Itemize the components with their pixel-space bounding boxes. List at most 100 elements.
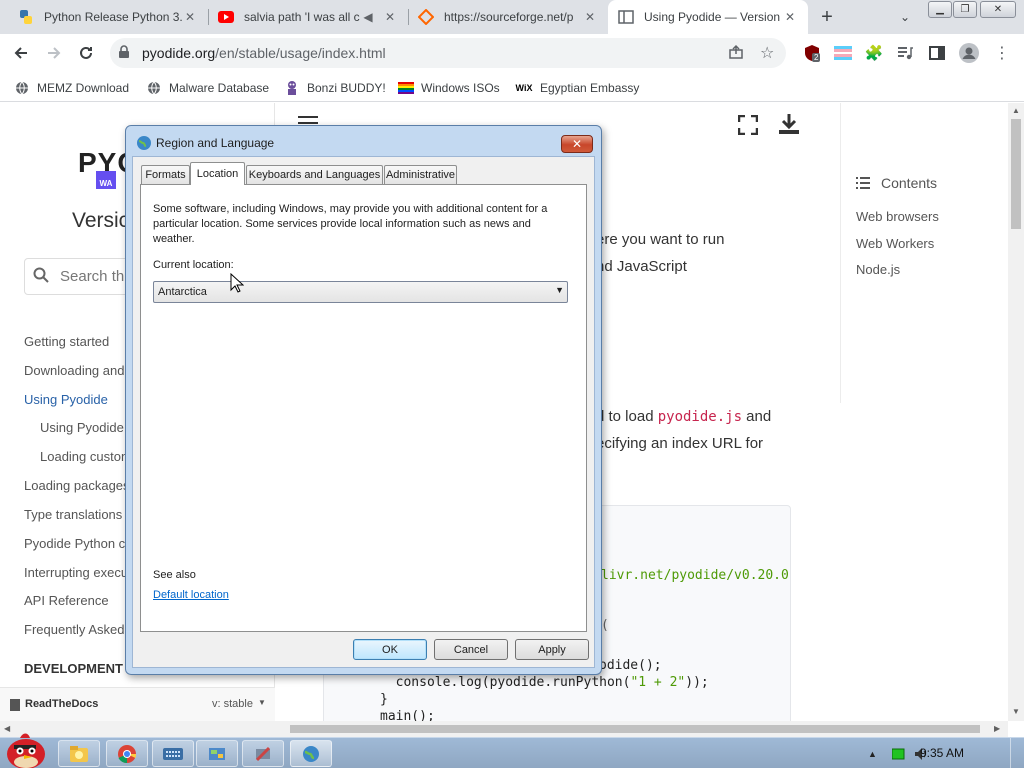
bookmark-star-icon[interactable]: ☆: [760, 43, 774, 63]
tab-pyodide-active[interactable]: Using Pyodide — Version ✕: [608, 0, 808, 34]
dialog-close-button[interactable]: ✕: [561, 135, 593, 153]
nav-interrupting-execution[interactable]: Interrupting execu: [24, 565, 128, 580]
nav-using-pyodide[interactable]: Using Pyodide: [24, 392, 108, 407]
close-icon[interactable]: ✕: [782, 9, 798, 25]
readthedocs-bar[interactable]: ReadTheDocs v: stable ▼: [0, 687, 275, 721]
globe-icon: [146, 80, 162, 96]
bookmark-bonzi-buddy[interactable]: Bonzi BUDDY!: [284, 77, 386, 99]
sourceforge-icon: [418, 9, 434, 25]
nav-pyodide-python-compat[interactable]: Pyodide Python co: [24, 536, 132, 551]
address-bar[interactable]: pyodide.org/en/stable/usage/index.html ☆: [110, 38, 786, 68]
horizontal-scrollbar[interactable]: ◀ ▶: [0, 721, 1008, 737]
flag-extension-button[interactable]: [829, 39, 857, 67]
speaker-icon[interactable]: ◀: [360, 9, 376, 25]
code-string: "1 + 2": [630, 675, 686, 690]
nav-type-translations[interactable]: Type translations: [24, 507, 122, 522]
back-arrow-icon: [14, 47, 27, 59]
show-hidden-icons-arrow-icon[interactable]: ▲: [868, 749, 877, 759]
tab-youtube[interactable]: salvia path 'I was all c ◀ ✕: [208, 0, 408, 34]
tab-formats[interactable]: Formats: [141, 165, 190, 184]
nav-loading-packages[interactable]: Loading packages: [24, 478, 130, 493]
cancel-button[interactable]: Cancel: [434, 639, 508, 660]
version-selector[interactable]: v: stable: [212, 698, 253, 710]
nav-api-reference[interactable]: API Reference: [24, 593, 109, 608]
bookmark-memz[interactable]: MEMZ Download: [14, 77, 129, 99]
nav-using-pyodide-sub[interactable]: Using Pyodide: [40, 420, 124, 435]
profile-avatar-icon[interactable]: [955, 39, 983, 67]
close-icon[interactable]: ✕: [382, 9, 398, 25]
apply-button[interactable]: Apply: [515, 639, 589, 660]
restore-button[interactable]: ❐: [953, 1, 977, 18]
taskbar-explorer-button[interactable]: [58, 740, 100, 767]
window-close-button[interactable]: ✕: [980, 1, 1016, 18]
nav-getting-started[interactable]: Getting started: [24, 334, 109, 349]
share-icon[interactable]: [728, 44, 744, 63]
fullscreen-icon[interactable]: [737, 114, 759, 138]
folder-icon: [70, 745, 88, 762]
close-icon[interactable]: ✕: [582, 9, 598, 25]
url-domain: pyodide.org: [142, 45, 216, 61]
dialog-body: Formats Location Keyboards and Languages…: [132, 156, 595, 668]
system-clock[interactable]: 9:35 AM: [920, 746, 964, 760]
taskbar-tools-button[interactable]: [242, 740, 284, 767]
trans-flag-icon: [834, 46, 852, 60]
toc-item-web-browsers[interactable]: Web browsers: [856, 209, 939, 224]
list-icon: [856, 177, 870, 192]
scrollbar-thumb[interactable]: [1011, 119, 1021, 229]
python-icon: [18, 9, 34, 25]
new-tab-button[interactable]: +: [815, 0, 839, 34]
taskbar-control-panel-button[interactable]: [196, 740, 238, 767]
code-line: console.log(pyodide.runPython("1 + 2"));: [380, 675, 709, 690]
power-battery-icon[interactable]: [891, 748, 906, 763]
media-queue-icon[interactable]: [891, 39, 919, 67]
browser-toolbar: pyodide.org/en/stable/usage/index.html ☆…: [0, 34, 1024, 72]
close-icon[interactable]: ✕: [182, 9, 198, 25]
scroll-down-arrow-icon[interactable]: ▼: [1012, 707, 1020, 716]
bookmark-windows-isos[interactable]: Windows ISOs: [398, 77, 500, 99]
code-line: odide();: [599, 658, 662, 673]
show-desktop-button[interactable]: [1010, 738, 1024, 768]
scroll-right-arrow-icon[interactable]: ▶: [994, 724, 1000, 733]
toc-item-nodejs[interactable]: Node.js: [856, 262, 900, 277]
scroll-up-arrow-icon[interactable]: ▲: [1012, 106, 1020, 115]
start-button-angry-bird-icon[interactable]: [2, 730, 48, 768]
ok-button[interactable]: OK: [353, 639, 427, 660]
ublock-extension-button[interactable]: 2: [798, 39, 826, 67]
youtube-icon: [218, 9, 234, 25]
tab-administrative[interactable]: Administrative: [384, 165, 457, 184]
tab-python-release[interactable]: Python Release Python 3. ✕: [8, 0, 208, 34]
dropdown-arrow-icon: ▼: [555, 285, 564, 295]
nav-loading-custom[interactable]: Loading custon: [40, 449, 128, 464]
side-panel-icon[interactable]: [923, 39, 951, 67]
nav-downloading[interactable]: Downloading and: [24, 363, 124, 378]
back-button[interactable]: [7, 39, 35, 67]
kebab-menu-icon[interactable]: ⋮: [988, 39, 1016, 67]
taskbar-chrome-button[interactable]: [106, 740, 148, 767]
url-text[interactable]: pyodide.org/en/stable/usage/index.html: [142, 45, 386, 61]
lock-icon[interactable]: [118, 45, 130, 62]
minimize-button[interactable]: ▁: [928, 1, 952, 18]
reload-button[interactable]: [72, 39, 100, 67]
download-icon[interactable]: [778, 113, 800, 138]
tab-location[interactable]: Location: [190, 162, 245, 185]
current-location-select[interactable]: Antarctica ▼: [153, 281, 568, 303]
tab-keyboards-languages[interactable]: Keyboards and Languages: [246, 165, 383, 184]
tab-sourceforge[interactable]: https://sourceforge.net/p ✕: [408, 0, 608, 34]
nav-faq[interactable]: Frequently Asked: [24, 622, 124, 637]
taskbar-region-language-button[interactable]: [290, 740, 332, 767]
bookmark-egyptian-embassy[interactable]: WiX Egyptian Embassy: [515, 77, 640, 99]
vertical-scrollbar[interactable]: ▲ ▼: [1008, 103, 1024, 721]
toc-title: Contents: [881, 175, 938, 191]
tab-search-chevron-icon[interactable]: ⌄: [893, 0, 917, 34]
scrollbar-thumb[interactable]: [290, 725, 980, 733]
body-text-line: nd JavaScript: [596, 258, 687, 275]
forward-button[interactable]: [40, 39, 68, 67]
docs-icon: [618, 9, 634, 25]
toc-item-web-workers[interactable]: Web Workers: [856, 236, 934, 251]
code-fragment: console.log(pyodide.runPython(: [380, 675, 631, 690]
extensions-puzzle-icon[interactable]: 🧩: [860, 39, 888, 67]
bookmark-malware-database[interactable]: Malware Database: [146, 77, 269, 99]
default-location-link[interactable]: Default location: [153, 589, 229, 601]
taskbar-onscreen-keyboard-button[interactable]: [152, 740, 194, 767]
globe-clock-icon: [136, 135, 152, 151]
